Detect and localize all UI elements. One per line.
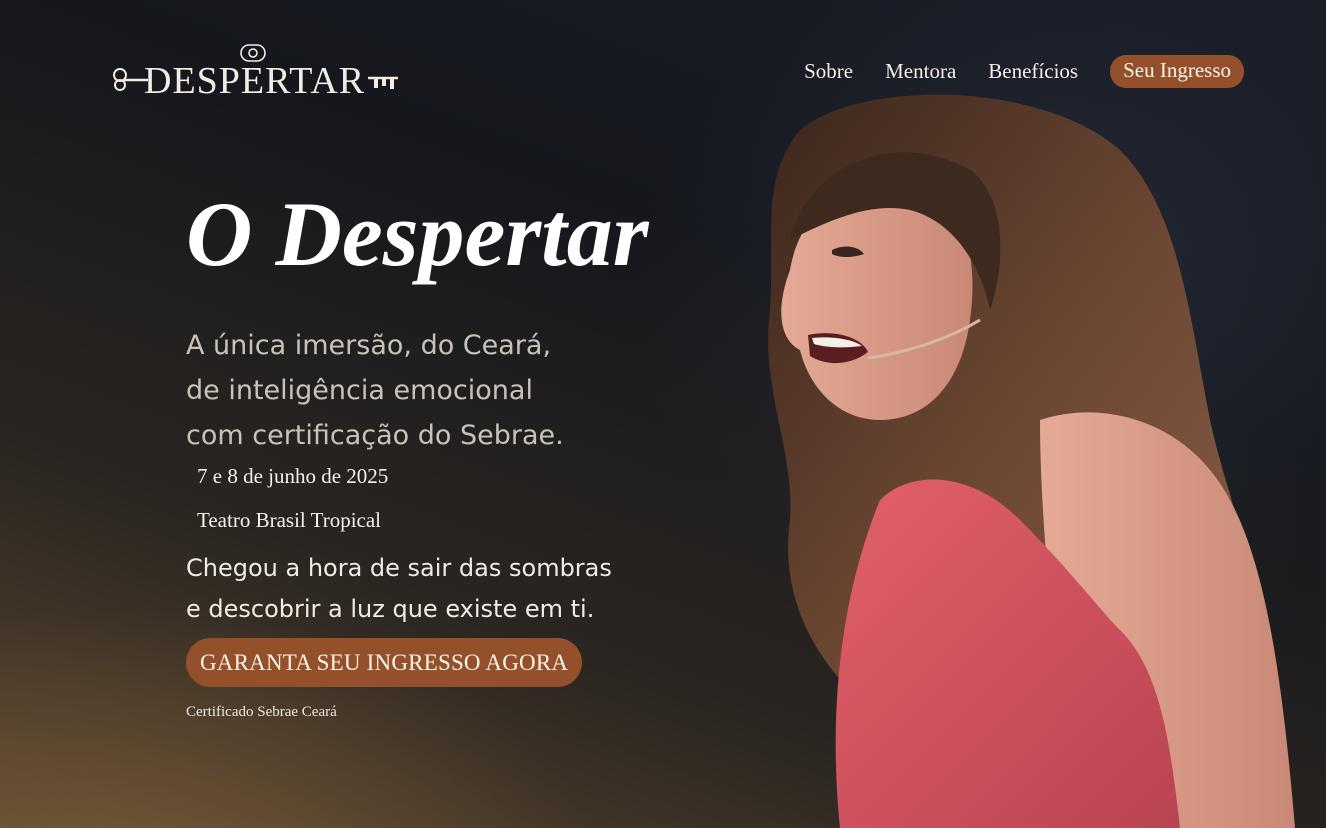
speaker-photo [740, 90, 1326, 828]
nav-link-mentora[interactable]: Mentora [885, 59, 956, 84]
brand-logo[interactable]: DESPERTAR [112, 44, 402, 106]
event-date: 7 e 8 de junho de 2025 [197, 464, 389, 488]
main-nav: Sobre Mentora Benefícios Seu Ingresso [804, 55, 1244, 88]
hero-call-line: e descobrir a luz que existe em ti. [186, 595, 595, 623]
ticket-nav-button[interactable]: Seu Ingresso [1110, 55, 1244, 88]
key-bit-icon [368, 76, 398, 89]
hero-lead-line: de inteligência emocional [186, 375, 533, 406]
hero-lead-line: A única imersão, do Ceará, [186, 330, 552, 361]
buy-ticket-button[interactable]: GARANTA SEU INGRESSO AGORA [186, 638, 583, 687]
nav-link-sobre[interactable]: Sobre [804, 59, 853, 84]
hero-call-line: Chegou a hora de sair das sombras [186, 554, 612, 582]
hero-lead-line: com certificação do Sebrae. [186, 420, 564, 451]
hero-title: O Despertar [186, 183, 649, 285]
logo-text: DESPERTAR [144, 60, 366, 102]
hero-lead: A única imersão, do Ceará, de inteligênc… [186, 323, 746, 458]
hero-call: Chegou a hora de sair das sombras e desc… [186, 548, 786, 630]
key-icon [113, 68, 148, 91]
certification-note: Certificado Sebrae Ceará [186, 704, 337, 720]
nav-link-beneficios[interactable]: Benefícios [988, 59, 1078, 84]
event-venue: Teatro Brasil Tropical [197, 508, 382, 532]
